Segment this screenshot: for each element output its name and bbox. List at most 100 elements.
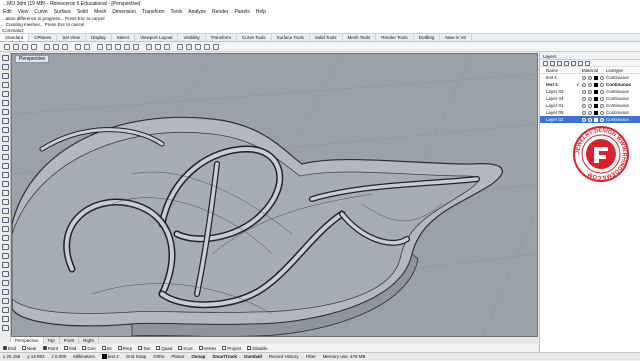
layer-row[interactable]: text 2 ✓ Continuous: [540, 81, 640, 88]
menu-tools[interactable]: Tools: [171, 8, 183, 16]
column-material[interactable]: Material: [582, 67, 606, 73]
curve-icon[interactable]: [2, 82, 9, 88]
explode-icon[interactable]: [2, 244, 9, 250]
osnap-knot-checkbox[interactable]: [178, 346, 183, 350]
layer-color-swatch[interactable]: [594, 110, 598, 115]
osnap-knot[interactable]: Knot: [178, 346, 193, 351]
ellipse-icon[interactable]: [2, 109, 9, 115]
viewport-tab-front[interactable]: Front: [60, 337, 80, 344]
lock-icon[interactable]: [588, 117, 592, 122]
lock-icon[interactable]: [588, 89, 592, 94]
rotate-view-icon[interactable]: [106, 44, 112, 50]
osnap-disable-checkbox[interactable]: [247, 346, 252, 350]
menu-view[interactable]: View: [18, 8, 29, 16]
extrude-icon[interactable]: [2, 172, 9, 178]
menu-solid[interactable]: Solid: [77, 8, 88, 16]
print-icon[interactable]: [31, 44, 37, 50]
osnap-mid-checkbox[interactable]: [64, 346, 69, 350]
tab-visibility[interactable]: Visibility: [178, 34, 206, 41]
fillet-curve-icon[interactable]: [2, 145, 9, 151]
move-down-icon[interactable]: [571, 61, 576, 66]
osnap-perp[interactable]: Perp: [117, 346, 132, 351]
grid-snap-toggle[interactable]: Grid Snap: [126, 353, 146, 360]
layer-color-swatch[interactable]: [594, 117, 598, 122]
tab-drafting[interactable]: Drafting: [414, 34, 441, 41]
smarttrack-toggle[interactable]: SmartTrack: [212, 353, 237, 360]
viewport-tab-top[interactable]: Top: [44, 337, 60, 344]
sphere-icon[interactable]: [2, 190, 9, 196]
mirror-icon[interactable]: [2, 289, 9, 295]
select-icon[interactable]: [146, 44, 152, 50]
tab-layers[interactable]: Layers: [540, 53, 560, 59]
ortho-toggle[interactable]: Ortho: [153, 353, 164, 360]
tab-surface-tools[interactable]: Surface Tools: [272, 34, 310, 41]
zoom-window-icon[interactable]: [124, 44, 130, 50]
layer-row-selected[interactable]: Layer 02 Continuous: [540, 116, 640, 123]
redo-icon[interactable]: [84, 44, 90, 50]
paste-icon[interactable]: [62, 44, 68, 50]
column-linetype[interactable]: Linetype: [606, 67, 640, 73]
layer-row[interactable]: Layer 05 Continuous: [540, 109, 640, 116]
new-layer-icon[interactable]: [543, 61, 548, 66]
material-icon[interactable]: [600, 75, 604, 80]
tab-display[interactable]: Display: [86, 34, 112, 41]
perspective-viewport[interactable]: Perspective: [11, 53, 538, 337]
help-icon[interactable]: [213, 44, 219, 50]
layer-color-swatch[interactable]: [594, 75, 598, 80]
surface-icon[interactable]: [2, 163, 9, 169]
menu-render[interactable]: Render: [212, 8, 228, 16]
osnap-project[interactable]: Project: [222, 346, 241, 351]
scale-icon[interactable]: [2, 280, 9, 286]
tab-cplanes[interactable]: CPlanes: [29, 34, 58, 41]
polygon-icon[interactable]: [2, 127, 9, 133]
current-layer[interactable]: text 2: [101, 353, 119, 360]
osnap-end-checkbox[interactable]: [3, 346, 7, 350]
osnap-point-checkbox[interactable]: [42, 346, 47, 350]
osnap-int-checkbox[interactable]: [101, 346, 106, 350]
menu-help[interactable]: Help: [256, 8, 266, 16]
osnap-near-checkbox[interactable]: [22, 346, 27, 350]
planar-toggle[interactable]: Planar: [171, 353, 184, 360]
viewport-tab-perspective[interactable]: Perspective: [11, 337, 44, 344]
box-icon[interactable]: [2, 181, 9, 187]
layer-row[interactable]: Layer 03 Continuous: [540, 88, 640, 95]
menu-mesh[interactable]: Mesh: [94, 8, 106, 16]
copy-object-icon[interactable]: [2, 262, 9, 268]
hide-icon[interactable]: [155, 44, 161, 50]
layer-row[interactable]: Layer 04 Continuous: [540, 95, 640, 102]
layer-row[interactable]: Layer 01 Continuous: [540, 102, 640, 109]
layer-color-swatch[interactable]: [594, 82, 598, 87]
record-history-toggle[interactable]: Record History: [269, 353, 299, 360]
menu-dimension[interactable]: Dimension: [112, 8, 136, 16]
material-icon[interactable]: [600, 110, 604, 115]
material-icon[interactable]: [600, 96, 604, 101]
lock-icon[interactable]: [588, 96, 592, 101]
move-icon[interactable]: [2, 253, 9, 259]
tab-transform[interactable]: Transform: [206, 34, 237, 41]
viewport-tab-right[interactable]: Right: [79, 337, 99, 344]
osnap-quad-checkbox[interactable]: [156, 346, 161, 350]
osnap-disable[interactable]: Disable: [247, 346, 267, 351]
lock-icon[interactable]: [164, 44, 170, 50]
lock-icon[interactable]: [588, 103, 592, 108]
tab-select[interactable]: Select: [112, 34, 136, 41]
trim-icon[interactable]: [2, 217, 9, 223]
tab-curve-tools[interactable]: Curve Tools: [237, 34, 272, 41]
tab-viewport-layout[interactable]: Viewport Layout: [135, 34, 179, 41]
cut-icon[interactable]: [44, 44, 50, 50]
bulb-icon[interactable]: [582, 103, 586, 108]
menu-analyze[interactable]: Analyze: [188, 8, 206, 16]
layer-search-icon[interactable]: [585, 61, 590, 66]
bulb-icon[interactable]: [582, 89, 586, 94]
osnap-tan-checkbox[interactable]: [138, 346, 143, 350]
array-icon[interactable]: [2, 298, 9, 304]
osnap-cen[interactable]: Cen: [82, 346, 96, 351]
layer-color-swatch[interactable]: [594, 103, 598, 108]
bulb-icon[interactable]: [582, 96, 586, 101]
viewport-title[interactable]: Perspective: [15, 55, 50, 63]
mesh-icon[interactable]: [2, 208, 9, 214]
bulb-icon[interactable]: [582, 117, 586, 122]
undo-icon[interactable]: [75, 44, 81, 50]
dimension-icon[interactable]: [2, 307, 9, 313]
filter-toggle[interactable]: Filter: [306, 353, 316, 360]
